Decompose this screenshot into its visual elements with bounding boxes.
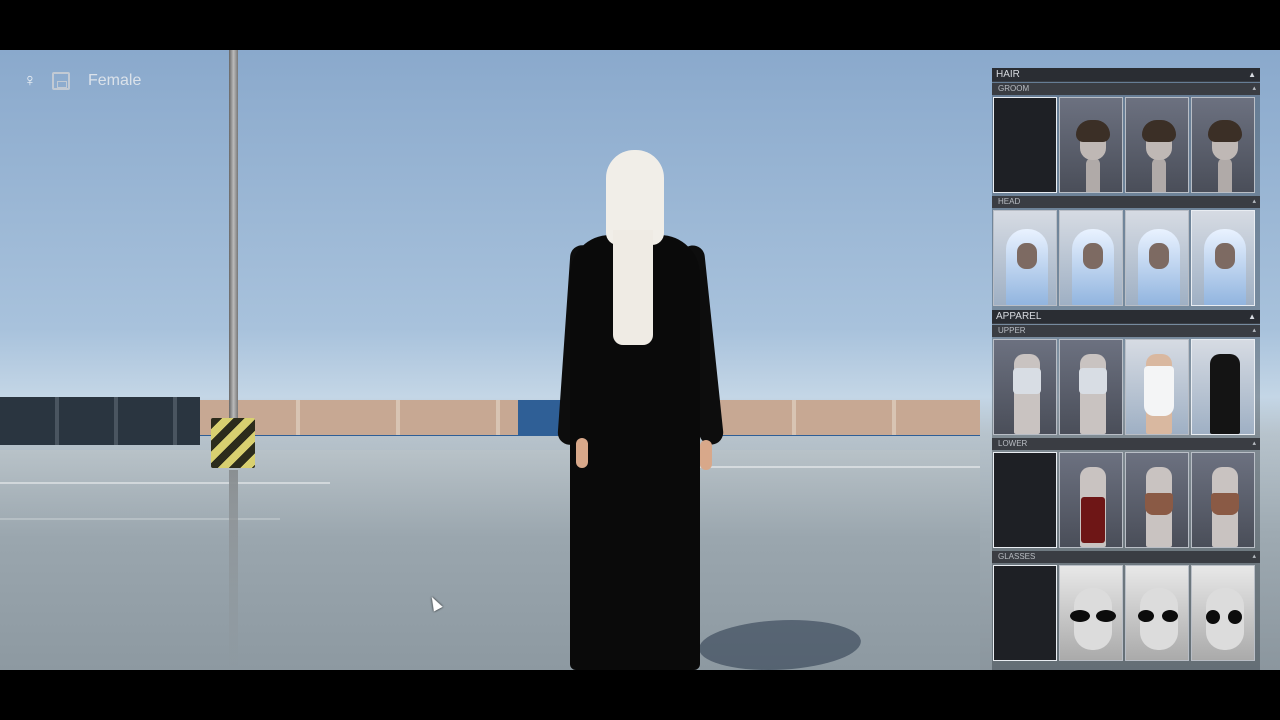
- character-left-hand: [576, 438, 588, 468]
- option-hijab[interactable]: [993, 210, 1057, 306]
- character-info-hud: ♀ Female: [22, 70, 141, 91]
- character-scarf: [613, 230, 653, 345]
- letterbox-bottom: [0, 670, 1280, 720]
- glasses-options: [992, 563, 1260, 663]
- subsection-header-lower[interactable]: LOWER ▴: [992, 438, 1260, 450]
- option-groom[interactable]: [1125, 97, 1189, 193]
- option-top[interactable]: [993, 339, 1057, 435]
- subsection-header-groom[interactable]: GROOM ▴: [992, 83, 1260, 95]
- option-black-dress[interactable]: [1191, 339, 1255, 435]
- section-label: HAIR: [996, 69, 1020, 80]
- option-groom[interactable]: [1191, 97, 1255, 193]
- option-top[interactable]: [1059, 339, 1123, 435]
- subsection-label: LOWER: [998, 439, 1028, 448]
- collapse-icon[interactable]: ▲: [1248, 68, 1256, 81]
- collapse-icon[interactable]: ▴: [1252, 551, 1256, 563]
- floor-marking: [0, 518, 280, 520]
- save-icon[interactable]: [52, 71, 70, 90]
- brick-wall-right: [696, 400, 980, 435]
- section-header-apparel[interactable]: APPAREL ▲: [992, 310, 1260, 324]
- groom-options: [992, 95, 1260, 195]
- option-skirt[interactable]: [1125, 452, 1189, 548]
- option-hijab[interactable]: [1191, 210, 1255, 306]
- subsection-label: GLASSES: [998, 552, 1036, 561]
- female-icon[interactable]: ♀: [22, 70, 38, 91]
- option-hijab[interactable]: [1059, 210, 1123, 306]
- section-header-hair[interactable]: HAIR ▲: [992, 68, 1260, 82]
- collapse-icon[interactable]: ▴: [1252, 196, 1256, 208]
- option-sunglasses[interactable]: [1191, 565, 1255, 661]
- subsection-header-upper[interactable]: UPPER ▴: [992, 325, 1260, 337]
- gender-label: Female: [88, 71, 142, 89]
- option-none[interactable]: [993, 97, 1057, 193]
- customization-panel: HAIR ▲ GROOM ▴ HEAD ▴ APPAREL ▲ UPPER ▴ …: [992, 68, 1260, 670]
- collapse-icon[interactable]: ▴: [1252, 325, 1256, 337]
- option-skirt[interactable]: [1191, 452, 1255, 548]
- option-none[interactable]: [993, 452, 1057, 548]
- collapse-icon[interactable]: ▲: [1248, 310, 1256, 323]
- option-sunglasses[interactable]: [1059, 565, 1123, 661]
- subsection-header-head[interactable]: HEAD ▴: [992, 196, 1260, 208]
- subsection-label: GROOM: [998, 84, 1030, 93]
- light-pole: [229, 50, 238, 420]
- upper-options: [992, 337, 1260, 437]
- pole-reflection: [229, 470, 238, 670]
- option-white-dress[interactable]: [1125, 339, 1189, 435]
- letterbox-top: [0, 0, 1280, 50]
- option-sunglasses[interactable]: [1125, 565, 1189, 661]
- option-red-pants[interactable]: [1059, 452, 1123, 548]
- pole-base: [211, 418, 255, 468]
- collapse-icon[interactable]: ▴: [1252, 83, 1256, 95]
- option-none[interactable]: [993, 565, 1057, 661]
- lower-options: [992, 450, 1260, 550]
- floor-marking: [0, 482, 330, 484]
- head-options: [992, 208, 1260, 308]
- subsection-header-glasses[interactable]: GLASSES ▴: [992, 551, 1260, 563]
- dark-barrier: [0, 397, 200, 445]
- section-label: APPAREL: [996, 311, 1042, 322]
- subsection-label: HEAD: [998, 197, 1021, 206]
- collapse-icon[interactable]: ▴: [1252, 438, 1256, 450]
- option-hijab[interactable]: [1125, 210, 1189, 306]
- character-right-hand: [700, 440, 712, 470]
- floor-marking: [700, 466, 980, 468]
- option-groom[interactable]: [1059, 97, 1123, 193]
- subsection-label: UPPER: [998, 326, 1026, 335]
